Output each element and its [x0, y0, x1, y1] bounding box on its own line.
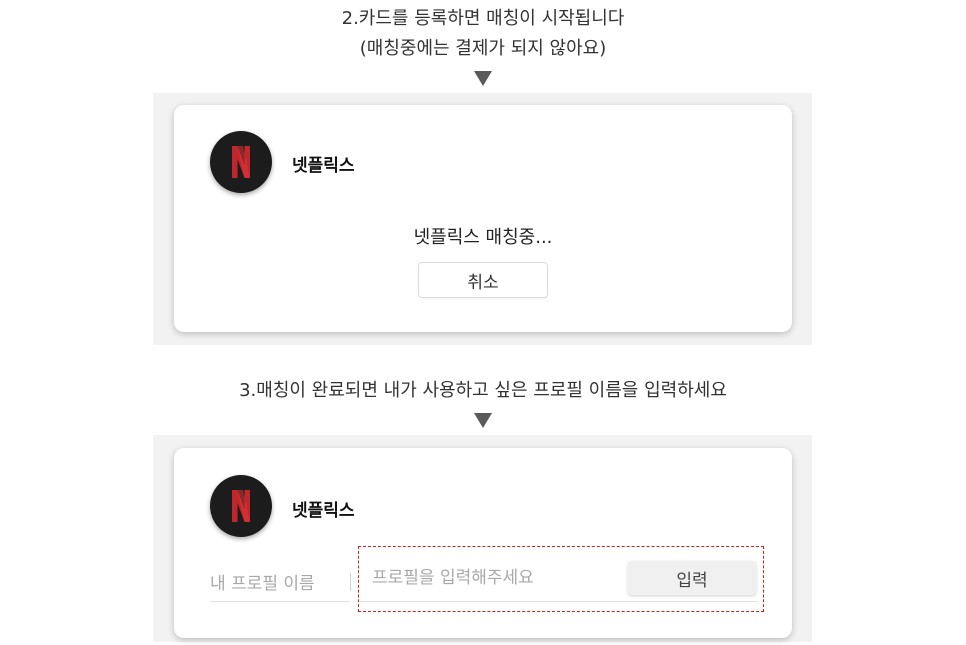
arrow-down-icon — [474, 71, 492, 86]
input-underline — [360, 601, 758, 602]
step2-caption-line2: (매칭중에는 결제가 되지 않아요) — [359, 38, 607, 59]
step3-caption: 3.매칭이 완료되면 내가 사용하고 싶은 프로필 이름을 입력하세요 — [239, 380, 727, 401]
cancel-button[interactable]: 취소 — [418, 262, 548, 298]
service-name: 넷플릭스 — [292, 156, 355, 176]
submit-button[interactable]: 입력 — [628, 561, 756, 595]
profile-card: 넷플릭스 내 프로필 이름 입력 — [174, 448, 792, 638]
profile-name-label: 내 프로필 이름 — [210, 574, 315, 594]
matching-card: 넷플릭스 넷플릭스 매칭중... 취소 — [174, 105, 792, 332]
profile-name-input[interactable] — [372, 560, 622, 596]
netflix-n-icon — [232, 146, 250, 178]
arrow-down-icon — [474, 413, 492, 428]
service-name: 넷플릭스 — [292, 501, 355, 521]
netflix-n-icon — [232, 490, 250, 522]
netflix-logo-icon — [210, 131, 272, 193]
label-underline — [210, 601, 350, 602]
step2-caption-line1: 2.카드를 등록하면 매칭이 시작됩니다 — [341, 8, 625, 29]
matching-status: 넷플릭스 매칭중... — [413, 227, 553, 248]
netflix-logo-icon — [210, 475, 272, 537]
field-separator — [350, 573, 351, 591]
